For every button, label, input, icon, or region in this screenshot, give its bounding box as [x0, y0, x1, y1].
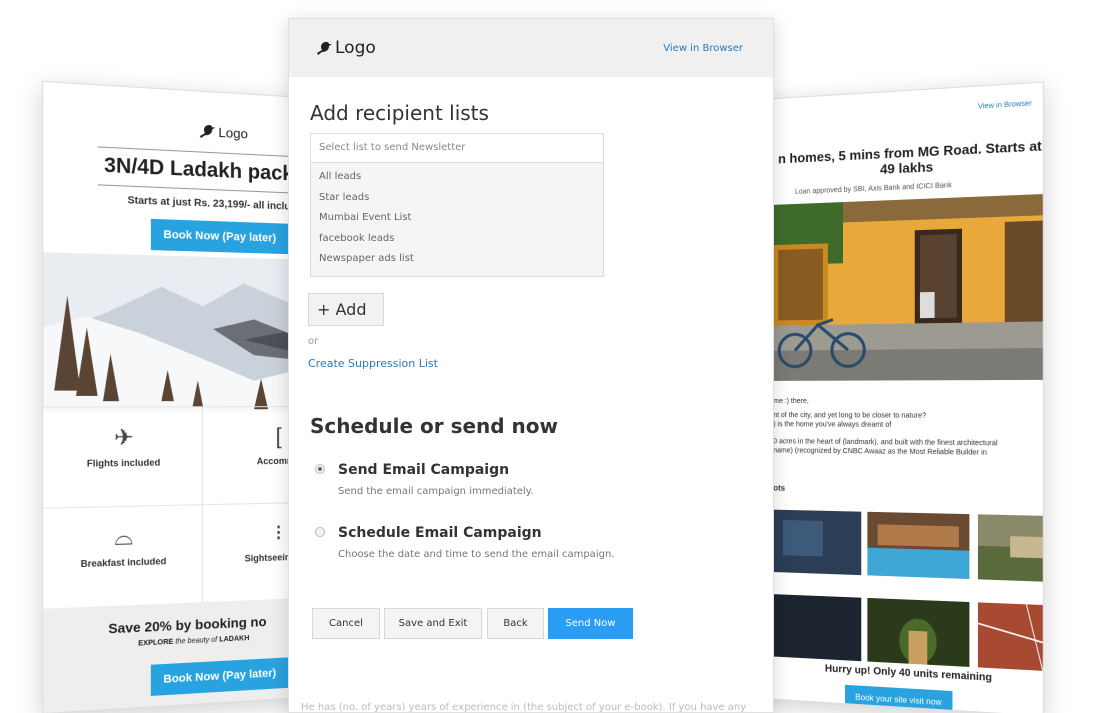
thumb-night [763, 593, 862, 662]
cloche-icon: ⌓ [114, 523, 134, 551]
schedule-option-desc: Choose the date and time to send the ema… [338, 549, 615, 560]
panel-header: Logo View in Browser [289, 19, 773, 77]
campaign-settings-panel: Logo View in Browser Add recipient lists… [288, 18, 774, 713]
thumb-tennis-court [977, 602, 1044, 674]
right-view-browser-link[interactable]: View in Browser [978, 100, 1032, 111]
list-option-star-leads[interactable]: Star leads [311, 188, 603, 209]
view-in-browser-link[interactable]: View in Browser [663, 43, 743, 54]
list-options: All leads Star leads Mumbai Event List f… [311, 163, 603, 276]
explore-place: LADAKH [219, 634, 250, 644]
site-visit-button[interactable]: Book your site visit now [845, 684, 953, 713]
thumb-balcony [977, 514, 1044, 584]
feature-breakfast: ⌓ Breakfast included [43, 505, 203, 610]
list-search-input[interactable]: Select list to send Newsletter [311, 134, 603, 163]
save-and-exit-button[interactable]: Save and Exit [384, 608, 482, 639]
left-subtitle: Starts at just Rs. 23,199/- all inclus [127, 194, 297, 213]
logo-text: Logo [335, 38, 376, 58]
schedule-option-title[interactable]: Schedule Email Campaign [338, 525, 542, 541]
add-list-button[interactable]: + Add [308, 293, 384, 326]
schedule-radio[interactable] [315, 527, 325, 537]
save-offer-text: Save 20% by booking no [108, 613, 267, 637]
list-option-facebook-leads[interactable]: facebook leads [311, 229, 603, 250]
left-logo: Logo [198, 122, 248, 141]
real-estate-email-preview: View in Browser n homes, 5 mins from MG … [745, 81, 1044, 713]
photos-label: ots [773, 483, 786, 493]
list-option-all-leads[interactable]: All leads [311, 167, 603, 188]
plane-icon: ✈ [114, 424, 134, 451]
send-now-button[interactable]: Send Now [548, 608, 633, 639]
feature-label: Flights included [86, 457, 161, 469]
recipient-list-select[interactable]: Select list to send Newsletter All leads… [310, 133, 604, 277]
send-now-option-desc: Send the email campaign immediately. [338, 486, 534, 497]
explore-italic: the beauty of [175, 636, 218, 646]
explore-prefix: EXPLORE [138, 638, 174, 648]
schedule-heading: Schedule or send now [310, 414, 559, 438]
create-suppression-list-link[interactable]: Create Suppression List [308, 357, 438, 370]
bird-logo-icon [317, 41, 332, 55]
thumb-garden-path [867, 597, 970, 667]
house-photo [773, 193, 1044, 381]
left-logo-text: Logo [218, 124, 248, 142]
send-now-option-title[interactable]: Send Email Campaign [338, 462, 509, 478]
thumb-pool [867, 511, 970, 580]
loan-text: Loan approved by SBI, Axis Bank and ICIC… [794, 182, 952, 196]
background-email-text: He has (no. of years) years of experienc… [301, 702, 747, 713]
thumb-room [763, 509, 862, 576]
send-now-radio[interactable] [315, 464, 325, 474]
photo-thumbnails [763, 494, 1044, 674]
cancel-button[interactable]: Cancel [312, 608, 380, 639]
explore-text: EXPLORE the beauty of LADAKH [138, 635, 249, 648]
feature-flights: ✈ Flights included [43, 407, 203, 509]
left-book-button[interactable]: Book Now (Pay later) [150, 218, 289, 255]
bird-logo-icon [199, 124, 216, 139]
greeting: me :) there, [773, 397, 809, 406]
body-line: name) (recognized by CNBC Awaaz as the M… [773, 447, 987, 457]
list-option-newspaper-ads[interactable]: Newspaper ads list [311, 249, 603, 270]
recipients-heading: Add recipient lists [310, 101, 489, 125]
back-button[interactable]: Back [487, 608, 544, 639]
or-separator: or [308, 336, 319, 347]
right-headline: n homes, 5 mins from MG Road. Starts at … [778, 137, 1042, 177]
panel-logo: Logo [315, 38, 376, 58]
list-option-mumbai-event[interactable]: Mumbai Event List [311, 208, 603, 229]
body-line: ) is the home you've always dreamt of [773, 421, 892, 429]
feature-label: Breakfast included [80, 555, 167, 570]
